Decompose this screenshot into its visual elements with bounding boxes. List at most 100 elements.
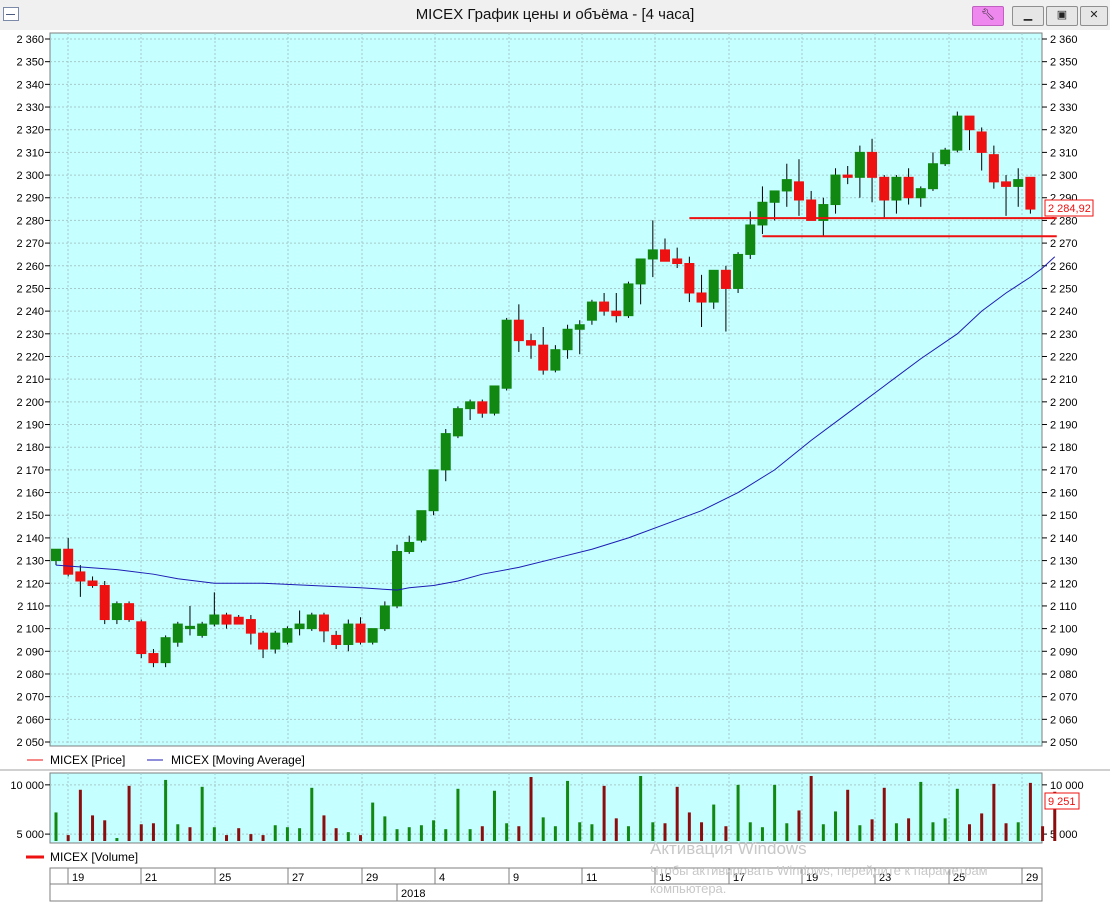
minimize-button[interactable]: ▁ <box>1012 6 1044 26</box>
price-tick-label: 2 140 <box>1050 533 1078 545</box>
pin-button[interactable]: 🔧︎ <box>972 6 1004 26</box>
volume-panel[interactable] <box>49 772 1043 844</box>
price-candle <box>379 601 390 631</box>
legend-moving-average: MICEX [Moving Average] <box>171 753 305 767</box>
price-candle <box>136 619 147 659</box>
price-tick-label: 2 250 <box>16 283 44 295</box>
price-candle <box>489 385 500 416</box>
price-tick-label: 2 290 <box>16 193 44 205</box>
price-tick-label: 2 360 <box>16 34 44 46</box>
price-candle <box>1025 176 1036 214</box>
price-tick-label: 2 190 <box>1050 420 1078 432</box>
activation-watermark-line: Чтобы активировать Windows, перейдите к … <box>650 863 988 878</box>
price-tick-label: 2 350 <box>16 57 44 69</box>
price-tick-label: 2 150 <box>1050 510 1078 522</box>
price-badge-text: 2 284,92 <box>1048 203 1091 215</box>
chart-area[interactable]: 2 050 2 060 2 070 2 080 2 090 2 100 2 110 2 120… <box>0 30 1110 905</box>
price-tick-label: 2 060 <box>1050 714 1078 726</box>
pin-icon: 🔧︎ <box>981 9 995 21</box>
legend-volume: MICEX [Volume] <box>50 850 138 864</box>
price-tick-label: 2 320 <box>1050 125 1078 137</box>
price-candle <box>197 621 208 638</box>
price-tick-label: 2 130 <box>16 556 44 568</box>
time-label: 19 <box>72 872 84 884</box>
price-tick-label: 2 300 <box>16 170 44 182</box>
price-tick-label: 2 230 <box>16 329 44 341</box>
price-tick-label: 2 150 <box>16 510 44 522</box>
year-axis <box>49 883 1043 902</box>
price-candle <box>306 612 317 631</box>
price-tick-label: 2 240 <box>16 306 44 318</box>
price-tick-label: 2 350 <box>1050 57 1078 69</box>
price-tick-label: 2 260 <box>16 261 44 273</box>
price-tick-label: 2 270 <box>16 238 44 250</box>
price-tick-label: 2 180 <box>1050 442 1078 454</box>
close-button[interactable]: ✕ <box>1080 6 1108 26</box>
price-tick-label: 2 130 <box>1050 556 1078 568</box>
price-tick-label: 2 340 <box>16 79 44 91</box>
price-tick-label: 2 190 <box>16 420 44 432</box>
price-tick-label: 2 070 <box>16 692 44 704</box>
price-tick-label: 2 210 <box>16 374 44 386</box>
close-icon: ✕ <box>1089 9 1099 21</box>
price-candle <box>623 281 634 318</box>
volume-badge-text: 9 251 <box>1048 796 1076 808</box>
price-candle <box>452 406 463 439</box>
price-candle <box>416 510 427 543</box>
activation-watermark-line2: компьютера. <box>650 881 726 896</box>
price-tick-label: 2 090 <box>16 646 44 658</box>
minimize-icon: ▁ <box>1023 9 1033 21</box>
price-tick-label: 2 330 <box>1050 102 1078 114</box>
price-tick-label: 2 120 <box>1050 578 1078 590</box>
maximize-button[interactable]: ▣ <box>1046 6 1078 26</box>
volume-badge: 9 251 <box>1044 792 1080 810</box>
price-tick-label: 2 090 <box>1050 646 1078 658</box>
price-candle <box>550 345 561 373</box>
price-tick-label: 2 220 <box>1050 351 1078 363</box>
price-tick-label: 2 230 <box>1050 329 1078 341</box>
price-tick-label: 2 330 <box>16 102 44 114</box>
price-candle <box>124 601 135 622</box>
price-tick-label: 2 280 <box>16 215 44 227</box>
price-tick-label: 2 060 <box>16 714 44 726</box>
price-tick-label: 2 340 <box>1050 79 1078 91</box>
price-tick-label: 2 300 <box>1050 170 1078 182</box>
price-tick-label: 2 080 <box>16 669 44 681</box>
price-tick-label: 2 310 <box>1050 147 1078 159</box>
price-tick-label: 2 180 <box>16 442 44 454</box>
price-tick-label: 2 270 <box>1050 238 1078 250</box>
time-label: 25 <box>219 872 231 884</box>
price-tick-label: 2 360 <box>1050 34 1078 46</box>
price-tick-label: 2 110 <box>1050 601 1077 613</box>
price-tick-label: 2 200 <box>1050 397 1078 409</box>
time-label: 4 <box>439 872 445 884</box>
price-tick-label: 2 100 <box>16 624 44 636</box>
price-candle <box>428 469 439 516</box>
price-tick-label: 2 080 <box>1050 669 1078 681</box>
price-tick-label: 2 160 <box>16 488 44 500</box>
time-label: 27 <box>292 872 304 884</box>
price-tick-label: 2 170 <box>16 465 44 477</box>
maximize-icon: ▣ <box>1056 9 1068 21</box>
price-tick-label: 2 250 <box>1050 283 1078 295</box>
time-label: 11 <box>586 872 597 884</box>
price-candle <box>952 111 963 153</box>
price-candle <box>367 628 378 645</box>
time-label: 9 <box>513 872 519 884</box>
price-candle <box>282 626 293 645</box>
price-candle <box>940 147 951 166</box>
price-tick-label: 2 050 <box>1050 737 1078 749</box>
time-label: 29 <box>366 872 378 884</box>
price-candle <box>160 635 171 668</box>
window-titlebar[interactable]: MICEX График цены и объёма - [4 часа] 🔧︎… <box>0 0 1110 31</box>
year-label: 2018 <box>401 888 425 900</box>
price-tick-label: 2 120 <box>16 578 44 590</box>
time-label: 29 <box>1026 872 1038 884</box>
price-candle <box>501 317 512 391</box>
price-tick-label: 2 210 <box>1050 374 1078 386</box>
price-tick-label: 2 200 <box>16 397 44 409</box>
price-tick-label: 2 320 <box>16 125 44 137</box>
price-panel[interactable] <box>49 32 1043 747</box>
price-tick-label: 2 070 <box>1050 692 1078 704</box>
price-tick-label: 2 050 <box>16 737 44 749</box>
